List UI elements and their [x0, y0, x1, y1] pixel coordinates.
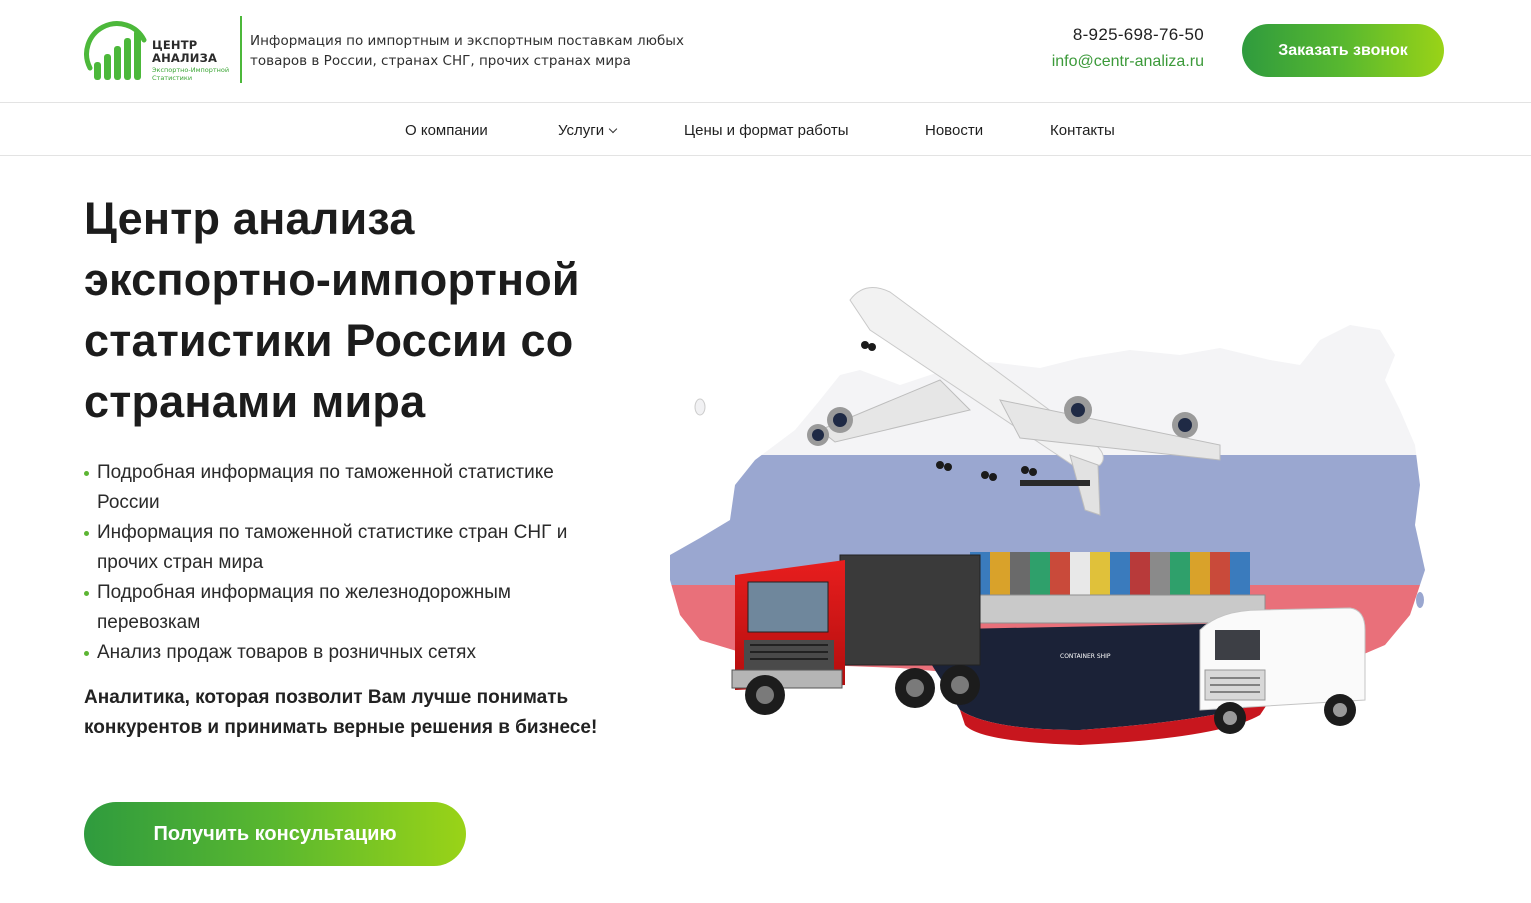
phone-number[interactable]: 8-925-698-76-50	[1040, 25, 1204, 45]
logo-line-1: ЦЕНТР	[152, 38, 198, 52]
email-link[interactable]: info@centr-analiza.ru	[1020, 53, 1204, 71]
logo-line-4: Статистики	[152, 74, 193, 82]
ship-label: CONTAINER SHIP	[1060, 653, 1111, 660]
hero-title-line: Центр анализа	[84, 193, 415, 244]
hero-subline: Аналитика, которая позволит Вам лучше по…	[84, 687, 598, 738]
chevron-down-icon	[608, 124, 618, 134]
hero-title: Центр анализа экспортно-импортной статис…	[84, 188, 684, 432]
nav-item-label: Цены и формат работы	[684, 122, 849, 139]
list-item: Анализ продаж товаров в розничных сетях	[84, 638, 604, 668]
nav-item-label: Услуги	[558, 122, 605, 139]
nav-item-label: Контакты	[1050, 122, 1115, 139]
logo[interactable]: ЦЕНТР АНАЛИЗА Экспортно-Импортной Статис…	[84, 16, 244, 84]
logo-line-2: АНАЛИЗА	[152, 51, 218, 65]
white-van	[1199, 607, 1366, 734]
hero-title-line: статистики России со	[84, 315, 574, 366]
main-nav: О компании Услуги Цены и формат работы Н…	[0, 104, 1531, 156]
logo-line-3: Экспортно-Импортной	[152, 66, 230, 74]
site-header: ЦЕНТР АНАЛИЗА Экспортно-Импортной Статис…	[0, 0, 1531, 103]
red-truck	[731, 554, 981, 715]
header-tagline: Информация по импортным и экспортным пос…	[250, 33, 684, 69]
list-item: Подробная информация по таможенной стати…	[84, 458, 604, 518]
logo-chart-icon	[84, 21, 147, 80]
nav-item-news[interactable]: Новости	[925, 122, 983, 139]
nav-item-label: О компании	[405, 122, 488, 139]
nav-item-about[interactable]: О компании	[405, 122, 488, 139]
get-consultation-button[interactable]: Получить консультацию	[84, 802, 466, 866]
nav-item-contacts[interactable]: Контакты	[1050, 122, 1115, 139]
hero-title-line: странами мира	[84, 376, 426, 427]
order-call-button[interactable]: Заказать звонок	[1242, 24, 1444, 77]
list-item: Подробная информация по железнодорожным …	[84, 578, 604, 638]
nav-item-label: Новости	[925, 122, 984, 139]
nav-item-services[interactable]: Услуги	[558, 122, 618, 139]
hero-illustration: CONTAINER SHIP	[670, 287, 1425, 745]
nav-item-prices[interactable]: Цены и формат работы	[684, 122, 849, 139]
hero-title-line: экспортно-импортной	[84, 254, 580, 305]
feature-list: Подробная информация по таможенной стати…	[84, 458, 604, 668]
list-item: Информация по таможенной статистике стра…	[84, 518, 604, 578]
logo-divider	[240, 16, 242, 83]
